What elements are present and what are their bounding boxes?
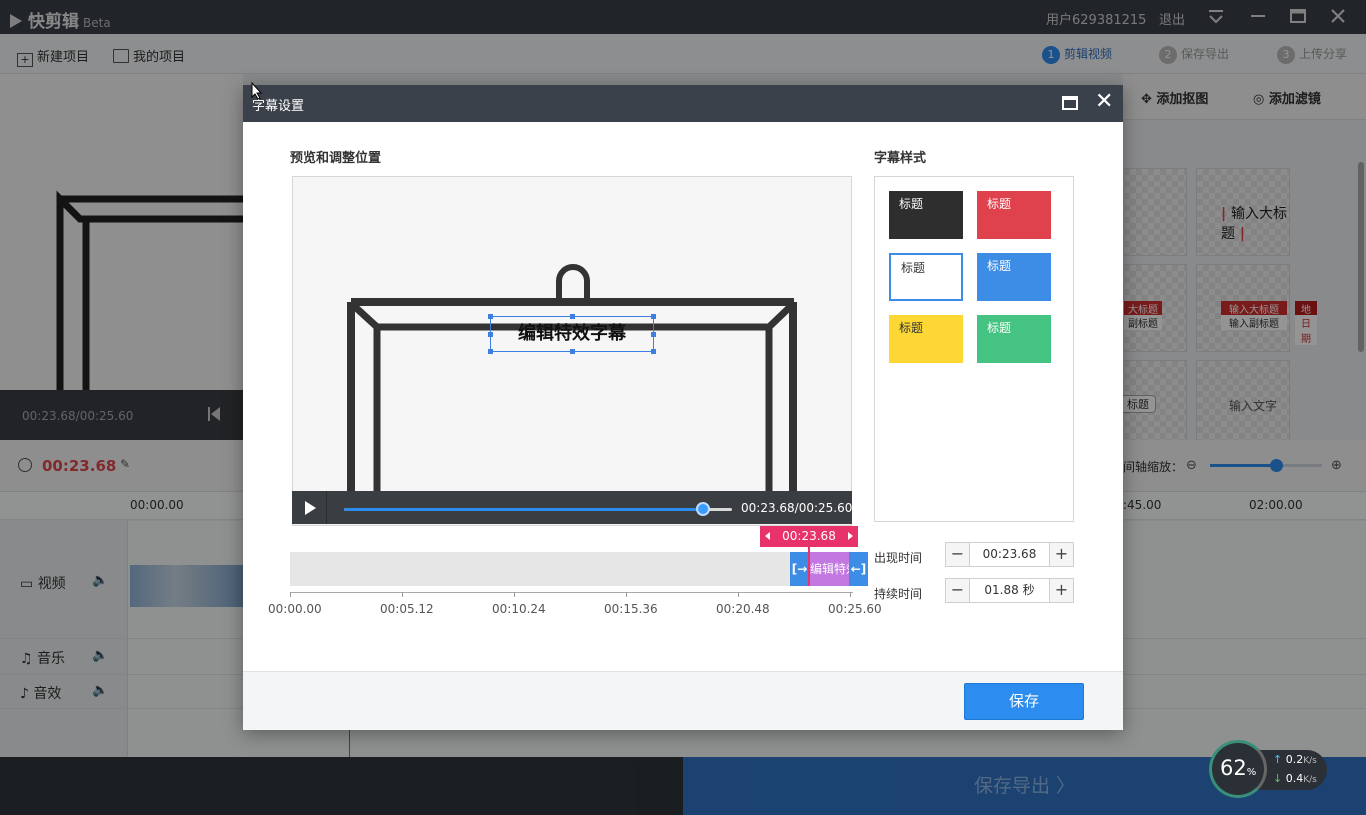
cpu-percent: 62 [1220,756,1247,780]
style-section-title: 字幕样式 [874,151,927,166]
ruler-label: 00:15.36 [604,602,658,616]
marker-right-arrow-icon[interactable] [848,532,853,540]
subtitle-text-box[interactable]: 编辑特效字幕 [488,314,656,354]
upload-value: 0.2 [1285,753,1304,766]
download-speed: ↓ 0.4K/s [1273,772,1317,785]
style-swatch-red[interactable]: 标题 [977,191,1051,239]
clip-left-handle[interactable]: [→ [790,552,809,586]
duration-stepper: − 01.88 秒 + [945,578,1074,603]
style-swatch-yellow[interactable]: 标题 [889,315,963,363]
appear-time-decrement-button[interactable]: − [946,543,970,566]
ruler-label: 00:00.00 [268,602,322,616]
duration-label: 持续时间 [874,587,923,601]
resize-handle[interactable] [570,349,575,354]
cpu-value: 62% [1220,756,1256,780]
system-monitor-widget[interactable]: ↑ 0.2K/s ↓ 0.4K/s 62% [1209,740,1327,798]
duration-increment-button[interactable]: + [1049,579,1073,602]
dialog-player-bar: 00:23.68/00:25.60 [292,491,852,524]
ruler-tick [514,592,515,597]
style-label: 标题 [901,261,926,275]
style-label: 标题 [987,259,1012,273]
marker-line [808,547,810,586]
ruler-tick [626,592,627,597]
subtitle-clip[interactable]: [→ 编辑特效字幕 ←] [790,552,868,586]
dialog-header: 字幕设置 ✕ [243,85,1123,122]
duration-input[interactable]: 01.88 秒 [970,579,1049,602]
marker-left-arrow-icon[interactable] [765,532,770,540]
subtitle-clip-row [290,552,868,586]
player-progress-knob[interactable] [695,502,710,516]
ruler-label: 00:05.12 [380,602,434,616]
preview-section-title: 预览和调整位置 [290,151,382,166]
resize-handle[interactable] [488,314,493,319]
ruler-label: 00:10.24 [492,602,546,616]
download-arrow-icon: ↓ [1273,772,1286,785]
style-swatch-white-outline[interactable]: 标题 [889,253,963,301]
ruler-tick [290,592,291,597]
ruler-tick [402,592,403,597]
download-value: 0.4 [1285,772,1304,785]
style-label: 标题 [987,321,1012,335]
upload-arrow-icon: ↑ [1273,753,1286,766]
dialog-close-icon[interactable]: ✕ [1095,91,1113,113]
duration-decrement-button[interactable]: − [946,579,970,602]
ruler-tick [850,592,851,597]
style-swatch-green[interactable]: 标题 [977,315,1051,363]
speed-unit: K/s [1303,775,1317,785]
ruler-label: 00:20.48 [716,602,770,616]
style-label: 标题 [899,197,924,211]
style-swatch-black[interactable]: 标题 [889,191,963,239]
dialog-footer: 保存 [243,671,1123,730]
clip-right-handle[interactable]: ←] [849,552,868,586]
clip-ruler [290,592,853,593]
subtitle-style-panel: 标题 标题 标题 标题 标题 标题 [874,176,1074,522]
mouse-cursor-icon [251,82,263,100]
subtitle-text: 编辑特效字幕 [518,323,626,344]
resize-handle[interactable] [651,314,656,319]
dialog-maximize-icon[interactable] [1062,96,1078,110]
resize-handle[interactable] [488,349,493,354]
cpu-percent-sign: % [1246,767,1257,778]
appear-time-increment-button[interactable]: + [1049,543,1073,566]
appear-time-input[interactable]: 00:23.68 [970,543,1049,566]
style-swatch-blue[interactable]: 标题 [977,253,1051,301]
player-time: 00:23.68/00:25.60 [741,501,853,515]
marker-time: 00:23.68 [782,529,836,543]
upload-speed: ↑ 0.2K/s [1273,753,1317,766]
subtitle-settings-dialog: 字幕设置 ✕ 预览和调整位置 字幕样式 编辑特效字幕 00:23.68/00:2… [243,85,1123,730]
resize-handle[interactable] [570,314,575,319]
ruler-tick [738,592,739,597]
style-label: 标题 [987,197,1012,211]
resize-handle[interactable] [488,332,493,337]
cpu-gauge: 62% [1209,740,1267,798]
speed-unit: K/s [1303,756,1317,766]
appear-time-label: 出现时间 [874,551,923,565]
time-marker[interactable]: 00:23.68 [760,526,858,547]
save-button[interactable]: 保存 [964,683,1084,720]
ruler-label: 00:25.60 [828,602,882,616]
play-icon[interactable] [292,491,327,524]
player-progress-fill [344,508,703,511]
resize-handle[interactable] [651,332,656,337]
style-label: 标题 [899,321,924,335]
appear-time-stepper: − 00:23.68 + [945,542,1074,567]
resize-handle[interactable] [651,349,656,354]
